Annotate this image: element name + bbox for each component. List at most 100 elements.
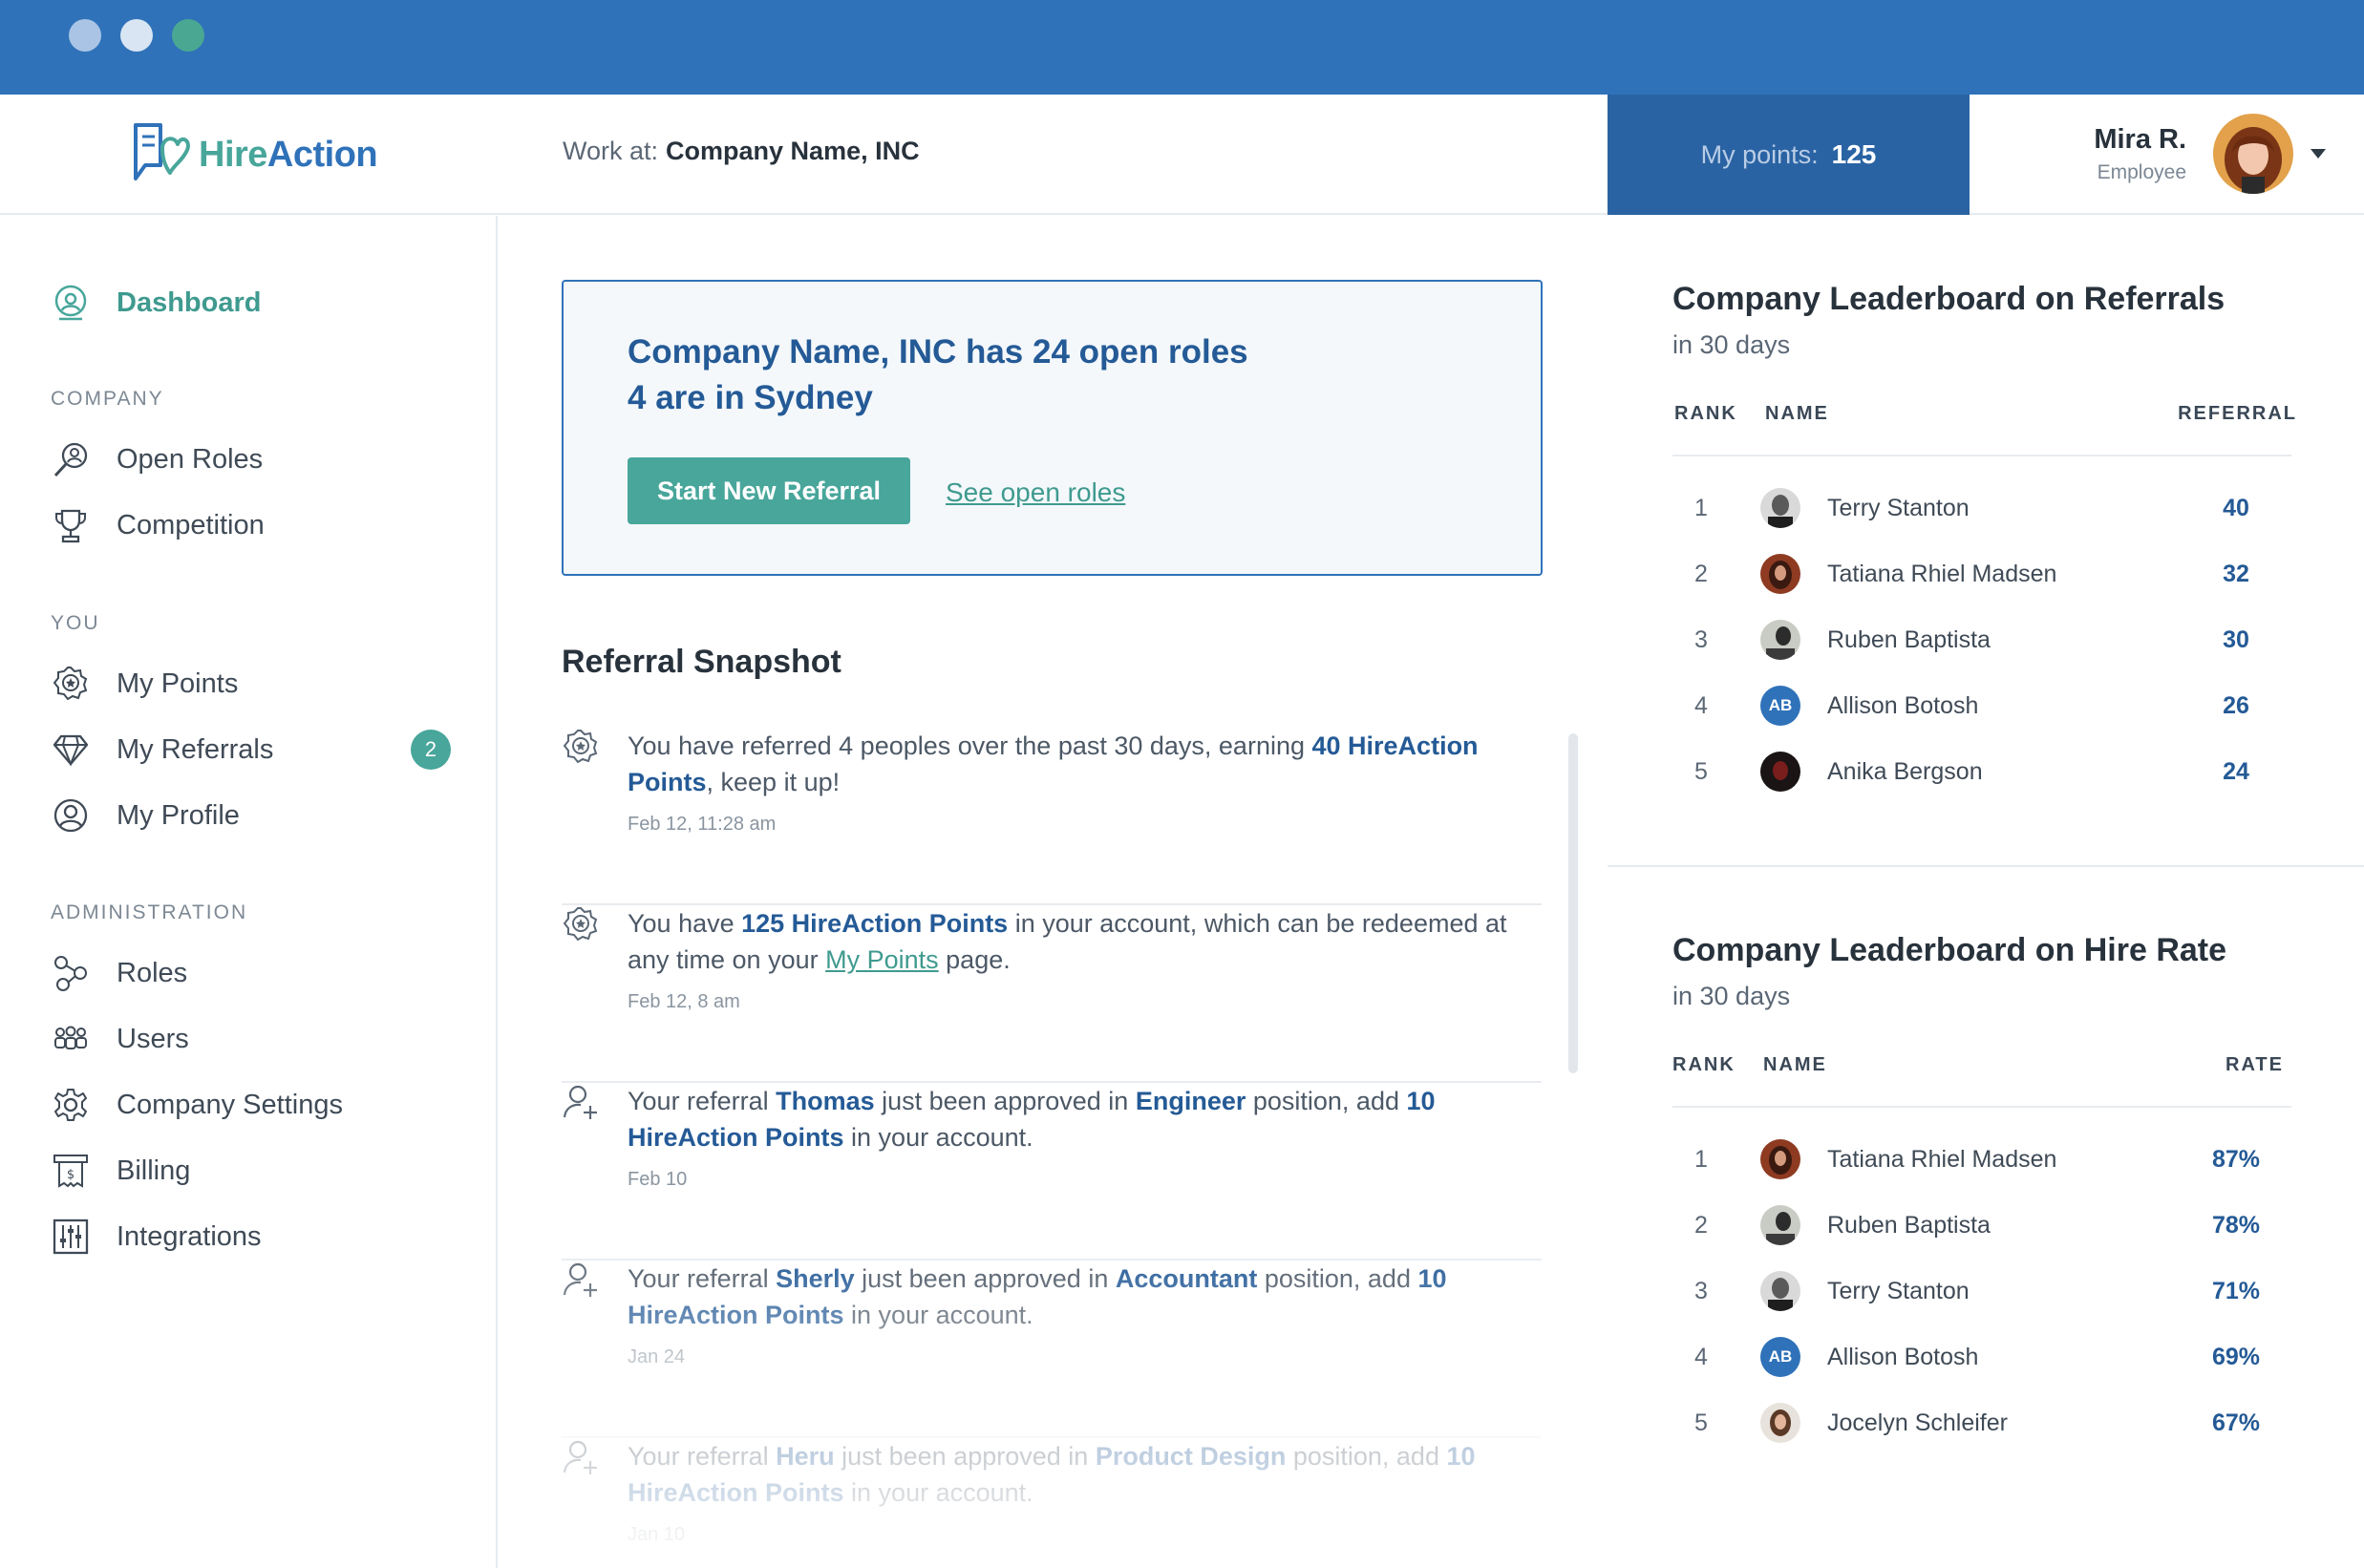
col-value: REFERRAL bbox=[2178, 403, 2297, 424]
sidebar-item-label: Dashboard bbox=[117, 286, 262, 318]
window-minimize-button[interactable] bbox=[120, 19, 153, 52]
list-item: Your referral Sherly just been approved … bbox=[562, 1261, 1542, 1438]
sidebar-item-label: My Profile bbox=[117, 799, 240, 831]
start-new-referral-button[interactable]: Start New Referral bbox=[628, 457, 910, 524]
sidebar-item-integrations[interactable]: Integrations bbox=[50, 1213, 451, 1261]
section-company: COMPANY bbox=[51, 388, 164, 410]
avatar bbox=[1760, 1403, 1800, 1443]
sidebar-item-label: My Referrals bbox=[117, 733, 274, 765]
section-title: Referral Snapshot bbox=[562, 644, 841, 680]
feed-date: Feb 12, 11:28 am bbox=[628, 814, 777, 835]
sidebar-item-billing[interactable]: $ Billing bbox=[50, 1147, 451, 1195]
feed-date: Jan 10 bbox=[628, 1524, 686, 1545]
avatar[interactable] bbox=[2213, 114, 2293, 194]
leaderboard-title: Company Leaderboard on Referrals bbox=[1672, 281, 2226, 317]
sidebar-item-open-roles[interactable]: Open Roles bbox=[50, 435, 451, 483]
sidebar-item-dashboard[interactable]: Dashboard bbox=[50, 279, 451, 327]
banner-subtitle: 4 are in Sydney bbox=[628, 379, 873, 416]
app-header: HireAction Work at: Company Name, INC My … bbox=[0, 95, 2364, 215]
company-name: Company Name, INC bbox=[666, 137, 920, 165]
open-roles-banner: Company Name, INC has 24 open roles 4 ar… bbox=[562, 280, 1543, 576]
section-you: YOU bbox=[51, 612, 100, 634]
scrollbar[interactable] bbox=[1568, 733, 1578, 1073]
logo-text: HireAction bbox=[199, 134, 378, 175]
table-row[interactable]: 1 Terry Stanton 40 bbox=[1672, 487, 2274, 529]
feed-date: Feb 12, 8 am bbox=[628, 991, 740, 1012]
sidebar: Dashboard COMPANY Open Roles Competition… bbox=[0, 216, 498, 1568]
logo[interactable]: HireAction bbox=[128, 119, 378, 190]
leaderboard-header: RANK NAME REFERRAL bbox=[1672, 403, 2295, 432]
sidebar-item-my-profile[interactable]: My Profile bbox=[50, 792, 451, 839]
chevron-down-icon[interactable] bbox=[2311, 149, 2326, 159]
badge-icon bbox=[563, 907, 598, 942]
sidebar-item-my-points[interactable]: My Points bbox=[50, 660, 451, 708]
user-menu[interactable]: Mira R. Employee bbox=[2094, 114, 2326, 194]
divider bbox=[1608, 865, 2364, 867]
sidebar-item-label: Roles bbox=[117, 957, 188, 988]
user-plus-icon bbox=[563, 1440, 597, 1474]
profile-icon bbox=[50, 795, 92, 837]
avatar bbox=[1760, 554, 1800, 594]
sidebar-item-company-settings[interactable]: Company Settings bbox=[50, 1081, 451, 1129]
user-plus-icon bbox=[563, 1262, 597, 1297]
feed-date: Feb 10 bbox=[628, 1169, 688, 1190]
col-value: RATE bbox=[2226, 1054, 2284, 1075]
billing-icon: $ bbox=[50, 1150, 92, 1192]
sidebar-item-users[interactable]: Users bbox=[50, 1015, 451, 1063]
feed-text: Your referral Sherly just been approved … bbox=[628, 1264, 1447, 1329]
main-content: Company Name, INC has 24 open roles 4 ar… bbox=[500, 216, 1608, 1568]
avatar bbox=[1760, 1271, 1800, 1311]
feed-text: You have referred 4 peoples over the pas… bbox=[628, 731, 1479, 796]
window-maximize-button[interactable] bbox=[172, 19, 204, 52]
table-row[interactable]: 4 AB Allison Botosh 69% bbox=[1672, 1336, 2274, 1378]
work-at-label: Work at: bbox=[563, 137, 659, 165]
user-name: Mira R. bbox=[2094, 123, 2186, 155]
user-role: Employee bbox=[2097, 160, 2186, 183]
list-item: Your referral Thomas just been approved … bbox=[562, 1083, 1542, 1261]
table-row[interactable]: 2 Ruben Baptista 78% bbox=[1672, 1204, 2274, 1246]
table-row[interactable]: 3 Ruben Baptista 30 bbox=[1672, 619, 2274, 661]
table-row[interactable]: 4 AB Allison Botosh 26 bbox=[1672, 685, 2274, 727]
search-user-icon bbox=[50, 438, 92, 480]
sidebar-item-competition[interactable]: Competition bbox=[50, 501, 451, 549]
svg-text:$: $ bbox=[67, 1168, 75, 1182]
avatar-initials: AB bbox=[1760, 1337, 1800, 1377]
my-points-indicator[interactable]: My points: 125 bbox=[1608, 95, 1970, 215]
avatar bbox=[1760, 752, 1800, 792]
leaderboard-subtitle: in 30 days bbox=[1672, 330, 1791, 359]
leaderboard-header: RANK NAME RATE bbox=[1672, 1054, 2282, 1083]
feed-date: Jan 24 bbox=[628, 1346, 686, 1367]
col-rank: RANK bbox=[1674, 403, 1737, 424]
roles-icon bbox=[50, 952, 92, 994]
table-row[interactable]: 3 Terry Stanton 71% bbox=[1672, 1270, 2274, 1312]
points-label: My points: bbox=[1700, 139, 1819, 169]
my-points-link[interactable]: My Points bbox=[825, 945, 939, 974]
dashboard-icon bbox=[50, 282, 92, 324]
leaderboards: Company Leaderboard on Referrals in 30 d… bbox=[1608, 216, 2364, 1568]
sidebar-item-my-referrals[interactable]: My Referrals 2 bbox=[50, 726, 451, 773]
table-row[interactable]: 2 Tatiana Rhiel Madsen 32 bbox=[1672, 553, 2274, 595]
sidebar-item-label: Open Roles bbox=[117, 443, 264, 475]
sidebar-item-label: Billing bbox=[117, 1155, 191, 1186]
badge-icon bbox=[50, 663, 92, 705]
badge-icon bbox=[563, 730, 598, 764]
trophy-icon bbox=[50, 504, 92, 546]
points-value: 125 bbox=[1831, 139, 1877, 169]
sliders-icon bbox=[50, 1216, 92, 1258]
avatar bbox=[1760, 1139, 1800, 1179]
section-administration: ADMINISTRATION bbox=[51, 901, 248, 923]
table-row[interactable]: 5 Anika Bergson 24 bbox=[1672, 751, 2274, 793]
sidebar-item-label: Users bbox=[117, 1023, 189, 1054]
table-row[interactable]: 1 Tatiana Rhiel Madsen 87% bbox=[1672, 1138, 2274, 1180]
banner-title: Company Name, INC has 24 open roles bbox=[628, 333, 1248, 371]
table-row[interactable]: 5 Jocelyn Schleifer 67% bbox=[1672, 1402, 2274, 1444]
list-item: Your referral Heru just been approved in… bbox=[562, 1438, 1542, 1568]
see-open-roles-link[interactable]: See open roles bbox=[946, 477, 1125, 508]
avatar bbox=[1760, 1205, 1800, 1245]
referrals-count-badge: 2 bbox=[411, 730, 451, 770]
window-close-button[interactable] bbox=[69, 19, 101, 52]
leaderboard-subtitle: in 30 days bbox=[1672, 982, 1791, 1010]
work-at: Work at: Company Name, INC bbox=[563, 137, 920, 166]
sidebar-item-roles[interactable]: Roles bbox=[50, 949, 451, 997]
col-name: NAME bbox=[1765, 403, 1829, 424]
